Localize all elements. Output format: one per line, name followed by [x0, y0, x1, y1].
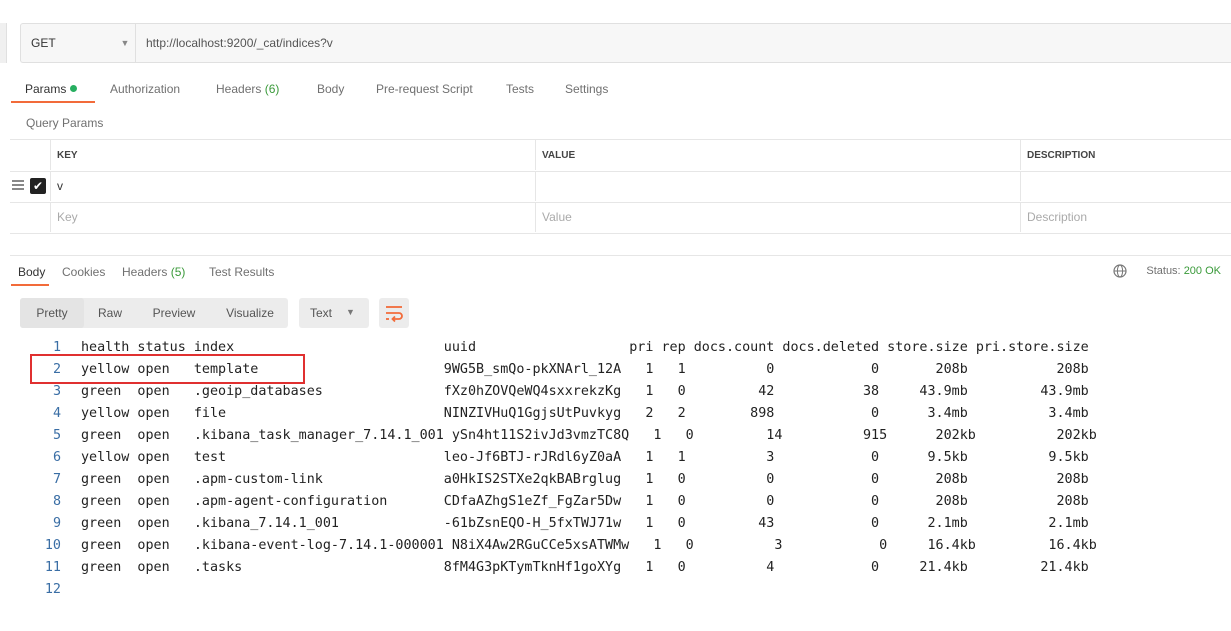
- table-row: ✔ v: [10, 171, 1231, 203]
- code-line: 7 green open .apm-custom-link a0HkIS2STXe…: [0, 472, 1231, 494]
- request-bar: GET ▼ http://localhost:9200/_cat/indices…: [20, 23, 1231, 63]
- code-line: 3 green open .geoip_databases fXz0hZOVQeW…: [0, 384, 1231, 406]
- line-number: 3: [52, 384, 61, 399]
- line-number: 9: [52, 516, 61, 531]
- view-pretty-button[interactable]: Pretty: [20, 298, 84, 328]
- code-line: 5 green open .kibana_task_manager_7.14.1_…: [0, 428, 1231, 450]
- code-line: 9 green open .kibana_7.14.1_001 -61bZsnEQ…: [0, 516, 1231, 538]
- chevron-down-icon: ▼: [346, 307, 355, 317]
- active-response-tab-indicator: [11, 284, 49, 286]
- response-status: Status: 200 OK: [1146, 265, 1221, 277]
- wrap-lines-icon: [386, 306, 403, 323]
- highlight-annotation-box: [30, 354, 305, 384]
- column-header-value: VALUE: [535, 140, 1020, 170]
- line-number: 4: [52, 406, 61, 421]
- response-tab-body[interactable]: Body: [18, 265, 45, 279]
- response-tab-test-results[interactable]: Test Results: [209, 265, 274, 279]
- status-badge: 200 OK: [1183, 265, 1221, 277]
- panel-divider: [10, 255, 1231, 256]
- format-select[interactable]: Text ▼: [299, 298, 369, 328]
- new-key-input[interactable]: Key: [50, 202, 535, 232]
- code-line: 11 green open .tasks 8fM4G3pKTymTknHf1goX…: [0, 560, 1231, 582]
- line-text: health status index uuid pri rep docs.co…: [81, 340, 1089, 355]
- new-value-input[interactable]: Value: [535, 202, 1020, 232]
- view-preview-button[interactable]: Preview: [142, 298, 206, 328]
- line-text: green open .geoip_databases fXz0hZOVQeWQ…: [81, 384, 1089, 399]
- tab-headers[interactable]: Headers (6): [216, 82, 279, 96]
- table-row-new: Key Value Description: [10, 202, 1231, 234]
- tab-params-label: Params: [25, 82, 67, 96]
- param-key-input[interactable]: v: [50, 171, 535, 201]
- drag-handle-icon[interactable]: [12, 180, 24, 192]
- request-tabs: Params Authorization Headers (6) Body Pr…: [0, 80, 1231, 106]
- line-text: green open .apm-agent-configuration CDfa…: [81, 494, 1089, 509]
- view-mode-toolbar: Pretty Raw Preview Visualize: [20, 298, 288, 328]
- tab-body[interactable]: Body: [317, 82, 344, 96]
- line-text: yellow open test leo-Jf6BTJ-rJRdl6yZ0aA …: [81, 450, 1089, 465]
- globe-icon[interactable]: [1113, 264, 1127, 278]
- line-text: green open .kibana_7.14.1_001 -61bZsnEQO…: [81, 516, 1089, 531]
- column-header-description: DESCRIPTION: [1020, 140, 1231, 170]
- response-tab-headers-count: (5): [170, 265, 186, 279]
- line-text: green open .tasks 8fM4G3pKTymTknHf1goXYg…: [81, 560, 1089, 575]
- line-number: 11: [44, 560, 61, 575]
- code-line: 12: [0, 582, 1231, 604]
- wrap-lines-button[interactable]: [379, 298, 409, 328]
- line-text: green open .kibana_task_manager_7.14.1_0…: [81, 428, 1097, 443]
- active-dot-icon: [70, 85, 78, 92]
- line-number: 1: [52, 340, 61, 355]
- line-text: green open .apm-custom-link a0HkIS2STXe2…: [81, 472, 1089, 487]
- tab-authorization[interactable]: Authorization: [110, 82, 180, 96]
- method-select[interactable]: GET ▼: [21, 24, 136, 62]
- url-input[interactable]: http://localhost:9200/_cat/indices?v: [146, 24, 333, 62]
- param-description-input[interactable]: [1020, 171, 1231, 201]
- code-line: 6 yellow open test leo-Jf6BTJ-rJRdl6yZ0aA…: [0, 450, 1231, 472]
- response-tab-cookies[interactable]: Cookies: [62, 265, 105, 279]
- active-tab-indicator: [11, 101, 95, 103]
- param-value-input[interactable]: [535, 171, 1020, 201]
- view-visualize-button[interactable]: Visualize: [216, 298, 284, 328]
- method-label: GET: [31, 36, 56, 50]
- line-text: yellow open file NINZIVHuQ1GgjsUtPuvkyg …: [81, 406, 1089, 421]
- chevron-down-icon: ▼: [120, 38, 130, 48]
- response-tab-headers[interactable]: Headers (5): [122, 265, 185, 279]
- query-params-title: Query Params: [26, 116, 104, 130]
- response-tab-headers-label: Headers: [122, 265, 168, 279]
- status-label: Status:: [1146, 265, 1181, 277]
- sidebar-edge: [0, 23, 7, 63]
- code-line: 4 yellow open file NINZIVHuQ1GgjsUtPuvkyg…: [0, 406, 1231, 428]
- line-number: 6: [52, 450, 61, 465]
- tab-headers-label: Headers: [216, 82, 262, 96]
- tab-headers-count: (6): [264, 82, 280, 96]
- tab-settings[interactable]: Settings: [565, 82, 608, 96]
- line-text: green open .kibana-event-log-7.14.1-0000…: [81, 538, 1097, 553]
- new-description-input[interactable]: Description: [1020, 202, 1231, 232]
- tab-params[interactable]: Params: [25, 82, 78, 96]
- code-line: 8 green open .apm-agent-configuration CDf…: [0, 494, 1231, 516]
- format-select-value: Text: [310, 306, 333, 320]
- column-header-key: KEY: [50, 140, 535, 170]
- code-line: 10 green open .kibana-event-log-7.14.1-00…: [0, 538, 1231, 560]
- param-enabled-checkbox[interactable]: ✔: [30, 178, 46, 194]
- line-number: 8: [52, 494, 61, 509]
- line-number: 5: [52, 428, 61, 443]
- table-header-row: KEY VALUE DESCRIPTION: [10, 140, 1231, 172]
- line-number: 12: [44, 582, 61, 597]
- tab-tests[interactable]: Tests: [506, 82, 534, 96]
- line-number: 7: [52, 472, 61, 487]
- line-number: 10: [44, 538, 61, 553]
- query-params-table: KEY VALUE DESCRIPTION ✔ v Key Value Desc…: [10, 139, 1231, 234]
- tab-prerequest-script[interactable]: Pre-request Script: [376, 82, 473, 96]
- view-raw-button[interactable]: Raw: [84, 298, 136, 328]
